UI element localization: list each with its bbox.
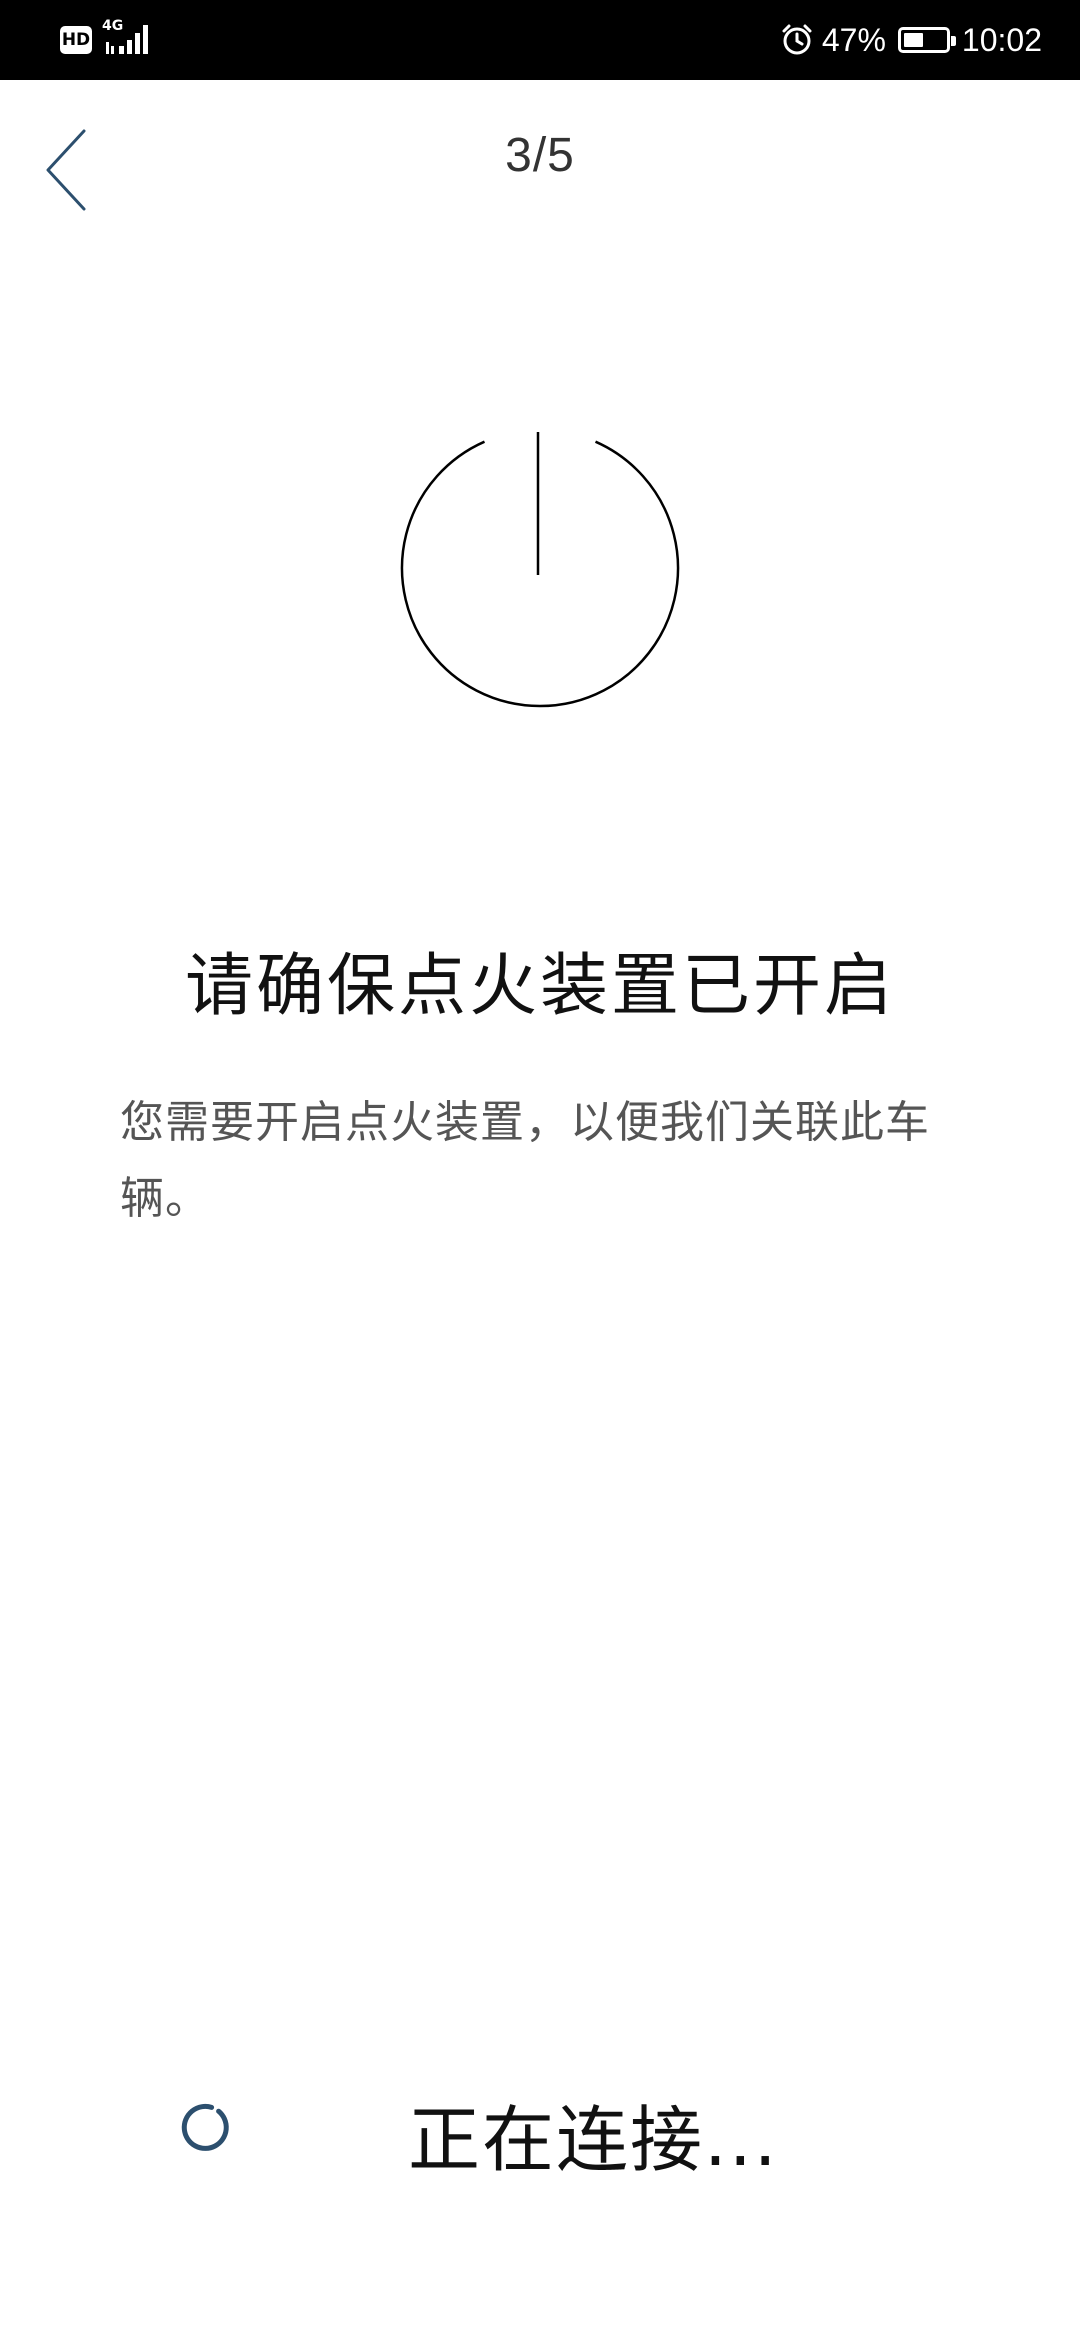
status-left: HD 4G — [60, 18, 158, 60]
battery-icon — [897, 27, 956, 53]
power-illustration — [395, 425, 685, 715]
signal-icon: 4G — [102, 18, 158, 60]
loading-spinner-icon — [181, 2103, 229, 2151]
status-right: 47% 10:02 — [780, 18, 1042, 62]
hd-badge: HD — [60, 26, 92, 54]
page-description: 您需要开启点火装置，以便我们关联此车辆。 — [120, 1097, 930, 1224]
connecting-label: 正在连接... — [408, 2098, 779, 2182]
power-icon — [400, 432, 680, 708]
page-title: 请确保点火装置已开启 — [184, 947, 895, 1026]
clock: 10:02 — [961, 21, 1042, 58]
battery-percent: 47% — [821, 21, 886, 58]
battery-fill — [903, 33, 923, 47]
header: 3/5 — [0, 80, 1080, 250]
battery-tip — [950, 36, 956, 46]
alarm-icon — [782, 24, 812, 55]
step-indicator: 3/5 — [505, 129, 575, 182]
connection-status: 正在连接... — [0, 2075, 1080, 2185]
status-bar: HD 4G 47% 10:02 — [0, 0, 1080, 80]
